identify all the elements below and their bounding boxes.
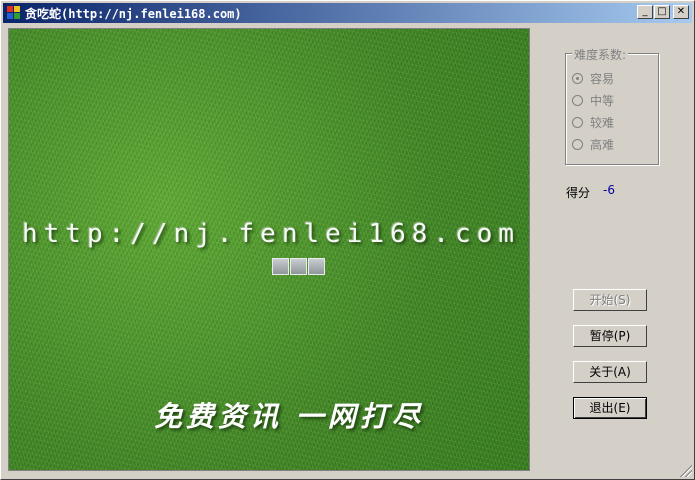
resize-grip[interactable] xyxy=(680,465,692,477)
minimize-button[interactable]: _ xyxy=(637,5,653,19)
snake-segment xyxy=(308,258,325,275)
slogan-text: 免费资讯 一网打尽 xyxy=(154,400,424,433)
radio-easy[interactable]: 容易 xyxy=(572,70,614,87)
radio-medium[interactable]: 中等 xyxy=(572,92,614,109)
difficulty-title: 难度系数: xyxy=(572,46,629,63)
radio-expert-label: 高难 xyxy=(590,138,615,152)
radio-hard-circle[interactable] xyxy=(572,117,583,128)
snake-segment xyxy=(272,258,289,275)
radio-hard[interactable]: 较难 xyxy=(572,114,614,131)
game-board[interactable]: http://nj.fenlei168.com 免费资讯 一网打尽 xyxy=(8,28,530,471)
start-button[interactable]: 开始(S) xyxy=(573,289,647,311)
score-value: -6 xyxy=(603,183,615,197)
radio-easy-circle[interactable] xyxy=(572,73,583,84)
window-title: 贪吃蛇(http://nj.fenlei168.com) xyxy=(25,6,242,21)
snake xyxy=(272,258,326,276)
url-watermark: http://nj.fenlei168.com xyxy=(22,219,521,249)
radio-expert-circle[interactable] xyxy=(572,139,583,150)
radio-medium-circle[interactable] xyxy=(572,95,583,106)
radio-easy-label: 容易 xyxy=(590,72,615,86)
app-icon xyxy=(7,6,21,20)
maximize-button[interactable]: □ xyxy=(654,5,670,19)
window-controls: _ □ ✕ xyxy=(636,5,689,19)
about-button[interactable]: 关于(A) xyxy=(573,361,647,383)
radio-expert[interactable]: 高难 xyxy=(572,136,614,153)
radio-hard-label: 较难 xyxy=(590,116,615,130)
score-label: 得分 xyxy=(566,186,591,200)
snake-segment xyxy=(290,258,307,275)
exit-button[interactable]: 退出(E) xyxy=(573,397,647,419)
pause-button[interactable]: 暂停(P) xyxy=(573,325,647,347)
title-bar[interactable]: 贪吃蛇(http://nj.fenlei168.com) _ □ ✕ xyxy=(3,3,692,23)
close-button[interactable]: ✕ xyxy=(673,5,689,19)
radio-medium-label: 中等 xyxy=(590,94,615,108)
